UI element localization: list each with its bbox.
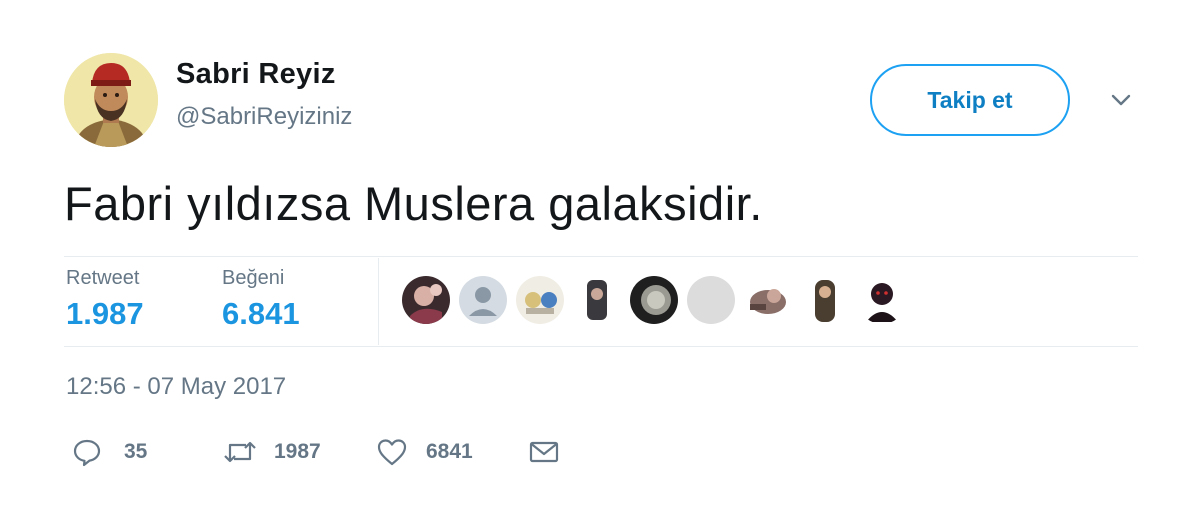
retweet-icon <box>224 441 256 463</box>
envelope-icon <box>529 441 559 463</box>
like-stat[interactable]: Beğeni 6.841 <box>222 267 300 332</box>
like-count: 6841 <box>426 440 473 463</box>
liker-avatar[interactable] <box>516 276 564 324</box>
heart-icon <box>377 439 407 466</box>
retweet-count: 1987 <box>274 440 321 463</box>
liker-avatar[interactable] <box>858 276 906 324</box>
tweet-text: Fabri yıldızsa Muslera galaksidir. <box>64 177 763 230</box>
direct-message-button[interactable] <box>528 435 560 469</box>
follow-button[interactable]: Takip et <box>870 64 1070 136</box>
stats-divider-bottom <box>64 346 1138 347</box>
liker-avatar[interactable] <box>573 276 621 324</box>
liker-avatar[interactable] <box>744 276 792 324</box>
retweet-stat-label: Retweet <box>66 267 140 289</box>
chevron-down-icon[interactable] <box>1106 88 1136 112</box>
liker-avatar[interactable] <box>630 276 678 324</box>
author-handle[interactable]: @SabriReyiziniz <box>176 103 352 131</box>
stats-divider-top <box>64 256 1138 257</box>
author-display-name[interactable]: Sabri Reyiz <box>176 58 336 91</box>
liker-avatar[interactable] <box>459 276 507 324</box>
retweet-stat-value: 1.987 <box>66 296 144 331</box>
liker-avatar[interactable] <box>801 276 849 324</box>
retweet-stat[interactable]: Retweet 1.987 <box>66 267 144 332</box>
liker-avatar[interactable] <box>402 276 450 324</box>
tweet-card: Sabri Reyiz @SabriReyiziniz Takip et Fab… <box>0 0 1200 530</box>
follow-button-label: Takip et <box>927 86 1013 113</box>
like-stat-value: 6.841 <box>222 296 300 331</box>
reply-count: 35 <box>124 440 148 463</box>
reply-button[interactable]: 35 <box>72 435 147 469</box>
author-avatar[interactable] <box>64 53 158 147</box>
reply-icon <box>73 439 101 467</box>
liker-avatar[interactable] <box>687 276 735 324</box>
like-button[interactable]: 6841 <box>376 435 473 469</box>
tweet-timestamp[interactable]: 12:56 - 07 May 2017 <box>66 373 286 401</box>
retweet-button[interactable]: 1987 <box>222 435 321 469</box>
stats-vertical-divider <box>378 258 379 345</box>
like-stat-label: Beğeni <box>222 267 285 289</box>
